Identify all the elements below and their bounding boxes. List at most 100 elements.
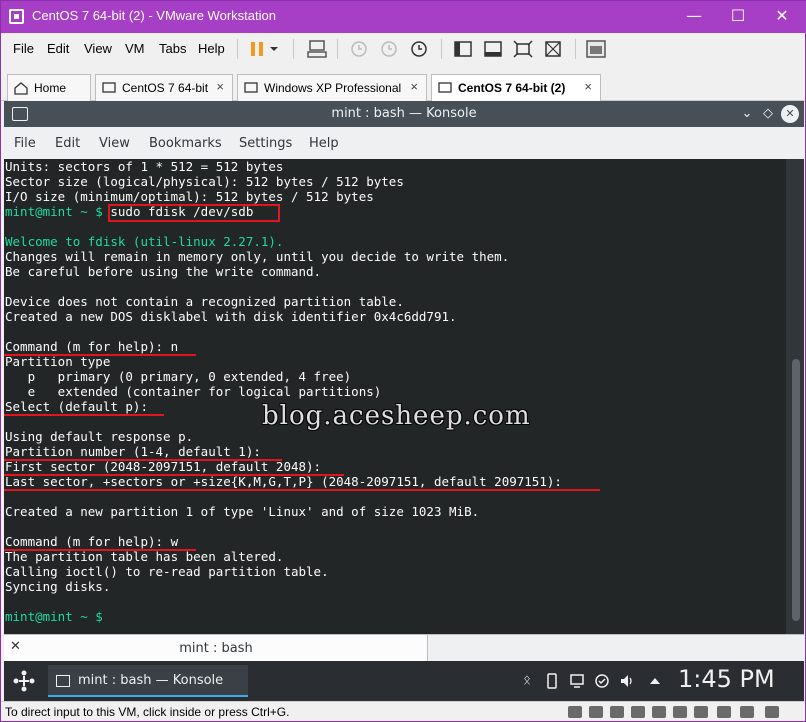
tab-home[interactable]: Home [7,74,91,101]
unity-icon[interactable] [541,37,565,61]
application-launcher-icon[interactable] [12,669,36,693]
taskbar-label: mint : bash — Konsole [78,673,224,688]
scrollbar-thumb[interactable] [792,359,800,621]
toolbar-separator [337,39,338,59]
konsole-menu-settings[interactable]: Settings [239,136,292,151]
vmware-window: CentOS 7 64-bit (2) - VMware Workstation… [0,0,806,722]
konsole-menu-bar: File Edit View Bookmarks Settings Help [4,127,804,159]
message-icon[interactable] [740,706,754,718]
konsole-menu-edit[interactable]: Edit [55,136,80,151]
close-icon[interactable]: ✕ [781,105,799,123]
sound-card-icon[interactable] [673,706,687,718]
terminal-output[interactable]: Units: sectors of 1 * 512 = 512 bytes Sec… [4,159,786,634]
chevron-down-icon[interactable] [267,37,281,61]
snapshot-icon[interactable] [347,37,371,61]
konsole-window-title: mint : bash — Konsole [331,106,477,121]
menu-file[interactable]: File [13,41,34,56]
chevron-down-icon[interactable]: ⌄ [738,105,756,123]
red-underline [4,354,196,356]
usb-drive-icon[interactable] [544,673,560,689]
chevron-up-icon[interactable] [647,673,663,689]
settings-icon[interactable] [765,706,779,718]
close-icon[interactable]: × [584,79,592,94]
shell-prompt: mint@mint ~ $ [5,609,103,624]
terminal-line: Sector size (logical/physical): 512 byte… [5,174,404,189]
vmware-status-bar: To direct input to this VM, click inside… [1,701,805,721]
konsole-menu-view[interactable]: View [99,136,130,151]
panel-clock[interactable]: 1:45 PM [678,665,775,693]
volume-icon[interactable] [619,673,635,689]
network-icon[interactable] [569,673,585,689]
snapshot-manager-icon[interactable] [407,37,431,61]
red-underline [4,414,164,416]
maximize-icon[interactable]: ◇ [759,105,777,123]
terminal-line: First sector (2048-2097151, default 2048… [5,459,322,474]
tab-windows-xp[interactable]: Windows XP Professional × [237,74,427,101]
terminal-icon [56,675,70,687]
revert-snapshot-icon[interactable] [377,37,401,61]
red-underline [4,474,344,476]
hard-disk-icon[interactable] [568,706,582,718]
menu-tabs[interactable]: Tabs [159,41,186,56]
konsole-session-tab[interactable]: ✕ mint : bash [4,635,428,662]
network-adapter-icon[interactable] [631,706,645,718]
printer-icon[interactable] [694,706,708,718]
full-screen-icon[interactable] [511,37,535,61]
minimize-icon[interactable]: — [671,1,717,33]
terminal-line: Units: sectors of 1 * 512 = 512 bytes [5,159,284,174]
toolbar-separator [575,39,576,59]
konsole-menu-file[interactable]: File [14,136,36,151]
tab-centos-7[interactable]: CentOS 7 64-bit × [95,74,233,101]
clipboard-icon[interactable] [594,673,610,689]
usb-icon[interactable] [652,706,666,718]
konsole-menu-bookmarks[interactable]: Bookmarks [149,136,222,151]
menu-help[interactable]: Help [198,41,225,56]
cd-drive-icon[interactable] [589,706,603,718]
close-icon[interactable]: × [410,79,418,94]
floppy-icon[interactable] [610,706,624,718]
menu-edit[interactable]: Edit [47,41,69,56]
terminal-line: Command (m for help): w [5,534,179,549]
maximize-icon[interactable]: ☐ [715,1,761,33]
library-icon[interactable] [451,37,475,61]
vm-icon [244,82,258,93]
terminal-scrollbar[interactable] [786,159,804,634]
terminal-line: Created a new DOS disklabel with disk id… [5,309,457,324]
vm-icon [438,82,452,93]
close-icon[interactable]: × [216,79,224,94]
command-highlight-box [108,204,280,222]
red-underline [4,459,282,461]
terminal-line: Device does not contain a recognized par… [5,294,404,309]
terminal-line: The partition table has been altered. [5,549,284,564]
konsole-title-bar: mint : bash — Konsole ⌄ ◇ ✕ [4,101,804,127]
guest-screen[interactable]: mint : bash — Konsole ⌄ ◇ ✕ File Edit Vi… [4,101,804,701]
konsole-tab-label: mint : bash [179,641,253,656]
status-message: To direct input to this VM, click inside… [5,705,290,719]
red-underline [4,549,196,551]
terminal-line: e extended (container for logical partit… [5,384,382,399]
vmware-window-title: CentOS 7 64-bit (2) - VMware Workstation [32,8,276,23]
close-icon[interactable]: ✕ [759,1,805,33]
terminal-line: Be careful before using the write comman… [5,264,322,279]
tab-label: Windows XP Professional [264,81,402,95]
bluetooth-icon[interactable]: ᛟ [519,673,535,689]
konsole-tab-bar: ✕ mint : bash [4,634,804,662]
menu-view[interactable]: View [84,41,112,56]
shell-prompt: mint@mint ~ $ [5,204,103,219]
pause-icon[interactable] [245,37,269,61]
thumbnail-bar-icon[interactable] [481,37,505,61]
konsole-menu-help[interactable]: Help [309,136,339,151]
taskbar-konsole[interactable]: mint : bash — Konsole [48,665,248,697]
terminal-line: Calling ioctl() to re-read partition tab… [5,564,329,579]
terminal-line: Select (default p): [5,399,148,414]
terminal-line: Created a new partition 1 of type 'Linux… [5,504,480,519]
menu-vm[interactable]: VM [125,41,145,56]
tab-label: CentOS 7 64-bit [122,81,209,95]
display-icon[interactable] [717,706,731,718]
send-keys-icon[interactable] [305,37,329,61]
terminal-line: mint@mint ~ $ [5,609,103,624]
terminal-line: Command (m for help): n [5,339,179,354]
console-view-icon[interactable] [584,37,608,61]
tab-centos-7-2[interactable]: CentOS 7 64-bit (2) × [431,74,601,102]
tab-label: Home [34,81,67,95]
